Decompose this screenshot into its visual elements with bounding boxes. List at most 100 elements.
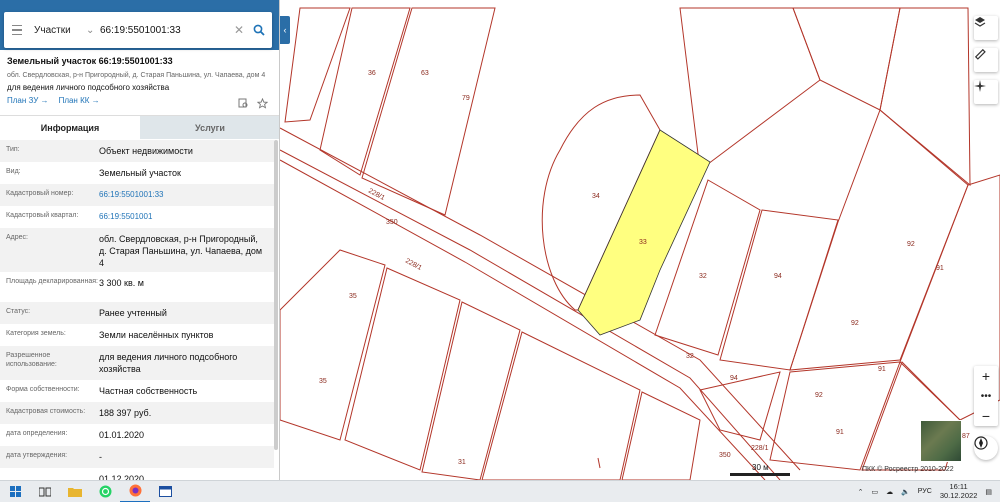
scale-label: 30 м <box>752 463 769 472</box>
compass-button[interactable] <box>974 436 998 460</box>
zoom-in-button[interactable]: + <box>974 366 998 386</box>
layers-button[interactable] <box>974 16 998 40</box>
parcel-boundary[interactable] <box>344 267 461 471</box>
info-row: Кадастровый квартал: 66:19:5501001 <box>0 206 274 228</box>
favorite-star-icon[interactable] <box>256 96 269 114</box>
parcel-boundary[interactable] <box>284 7 351 123</box>
network-icon[interactable]: ▭ <box>871 488 878 496</box>
zoom-out-button[interactable]: − <box>974 406 998 426</box>
info-key: Форма собственности: <box>6 386 80 393</box>
cadastral-quarter-link[interactable]: 66:19:5501001 <box>99 206 268 228</box>
info-row: Форма собственности: Частная собственнос… <box>0 380 274 402</box>
plan-kk-link[interactable]: План КК → <box>59 96 100 105</box>
parcel-boundary[interactable] <box>319 7 411 176</box>
collapse-panel-button[interactable]: ‹ <box>280 16 290 44</box>
folder-icon <box>68 488 82 497</box>
info-row: Тип: Объект недвижимости <box>0 140 274 162</box>
parcel-number: 31 <box>458 459 466 466</box>
object-purpose: для ведения личного подсобного хозяйства <box>7 83 170 92</box>
locate-button[interactable] <box>974 80 998 104</box>
parcel-number: 350 <box>719 452 731 459</box>
tab-info[interactable]: Информация <box>0 116 140 139</box>
parcel-boundary[interactable] <box>679 7 821 171</box>
cadastral-number-link[interactable]: 66:19:5501001:33 <box>99 184 268 206</box>
parcel-number: 228/1 <box>367 188 386 202</box>
firefox-icon <box>129 484 141 497</box>
parcel-boundary[interactable] <box>789 109 969 371</box>
search-icon[interactable] <box>248 19 270 41</box>
system-tray: ⌃ ▭ ☁ 🔈 РУС 16:11 30.12.2022 ▤ <box>858 482 1000 500</box>
info-key: Кадастровый квартал: <box>6 212 79 219</box>
parcel-number: 33 <box>639 239 647 246</box>
chevron-down-icon[interactable]: ⌄ <box>86 25 100 36</box>
zoom-controls: + ••• − <box>974 366 998 426</box>
parcel-boundary[interactable] <box>421 301 521 480</box>
parcel-number: 92 <box>815 392 823 399</box>
app-window-icon <box>158 486 172 497</box>
info-row: Площадь декларированная: 3 300 кв. м <box>0 272 274 302</box>
parcel-number: 63 <box>421 70 429 77</box>
parcel-number: 32 <box>686 353 694 360</box>
taskbar-app[interactable] <box>150 481 180 502</box>
info-key: дата утверждения: <box>6 452 68 459</box>
parcel-boundary[interactable] <box>621 391 701 480</box>
search-type-select[interactable]: Участки <box>30 25 86 36</box>
search-object-icon[interactable] <box>238 96 249 114</box>
windows-taskbar: ⌃ ▭ ☁ 🔈 РУС 16:11 30.12.2022 ▤ <box>0 480 1000 502</box>
clock[interactable]: 16:11 30.12.2022 <box>940 482 978 500</box>
menu-icon[interactable] <box>4 12 30 48</box>
info-value: - <box>99 452 102 462</box>
notifications-icon[interactable]: ▤ <box>985 488 992 496</box>
taskbar-firefox[interactable] <box>120 481 150 502</box>
taskbar-whatsapp[interactable] <box>90 481 120 502</box>
info-value: обл. Свердловская, р-н Пригородный, д. С… <box>99 234 263 269</box>
measure-button[interactable] <box>974 48 998 72</box>
parcel-number: 228/1 <box>751 445 769 452</box>
zoom-more-button[interactable]: ••• <box>974 386 998 406</box>
parcel-number: 87 <box>962 433 970 440</box>
parcel-number: 79 <box>462 95 470 102</box>
parcel-boundary[interactable] <box>361 7 496 216</box>
basemap-thumbnail[interactable] <box>920 420 962 462</box>
tab-services[interactable]: Услуги <box>140 116 279 139</box>
plan-zu-link[interactable]: План ЗУ → <box>7 96 49 105</box>
road-edge-north <box>279 127 801 471</box>
info-value: Земли населённых пунктов <box>99 330 214 340</box>
info-value: Частная собственность <box>99 386 198 396</box>
parcel-boundary[interactable] <box>481 331 641 480</box>
tab-bar: Информация Услуги <box>0 115 279 139</box>
search-input[interactable] <box>100 24 230 36</box>
parcel-boundary[interactable] <box>699 371 781 441</box>
object-address: обл. Свердловская, р-н Пригородный, д. С… <box>7 72 266 79</box>
parcel-number: 94 <box>730 375 738 382</box>
cloud-icon[interactable]: ☁ <box>886 488 893 496</box>
info-key: дата определения: <box>6 430 68 437</box>
task-view-button[interactable] <box>30 481 60 502</box>
info-value: для ведения личного подсобного хозяйства <box>99 352 238 375</box>
keyboard-language[interactable]: РУС <box>918 488 932 495</box>
info-row: дата утверждения: - <box>0 446 274 468</box>
clear-icon[interactable]: ✕ <box>230 23 248 37</box>
start-button[interactable] <box>0 481 30 502</box>
parcel-boundary[interactable] <box>792 7 901 111</box>
panel-scrollbar[interactable] <box>274 140 278 450</box>
parcel-number: 92 <box>851 320 859 327</box>
info-row: дата определения: 01.01.2020 <box>0 424 274 446</box>
info-value: 01.01.2020 <box>99 430 145 440</box>
info-row: Статус: Ранее учтенный <box>0 302 274 324</box>
parcel-number: 91 <box>936 265 944 272</box>
info-key: Кадастровая стоимость: <box>6 408 86 415</box>
parcel-boundary[interactable] <box>879 7 971 187</box>
volume-icon[interactable]: 🔈 <box>901 488 910 496</box>
tray-chevron-icon[interactable]: ⌃ <box>858 488 864 496</box>
info-value: Объект недвижимости <box>99 146 193 156</box>
info-key <box>6 468 99 480</box>
parcel-boundary[interactable] <box>769 361 901 471</box>
parcel-number: 32 <box>699 273 707 280</box>
parcel-boundary[interactable] <box>719 209 839 371</box>
info-value: 3 300 кв. м <box>99 278 144 288</box>
taskbar-file-explorer[interactable] <box>60 481 90 502</box>
task-view-icon <box>39 487 51 496</box>
search-bar: Участки ⌄ ✕ <box>0 0 279 50</box>
parcel-boundary[interactable] <box>279 249 386 441</box>
